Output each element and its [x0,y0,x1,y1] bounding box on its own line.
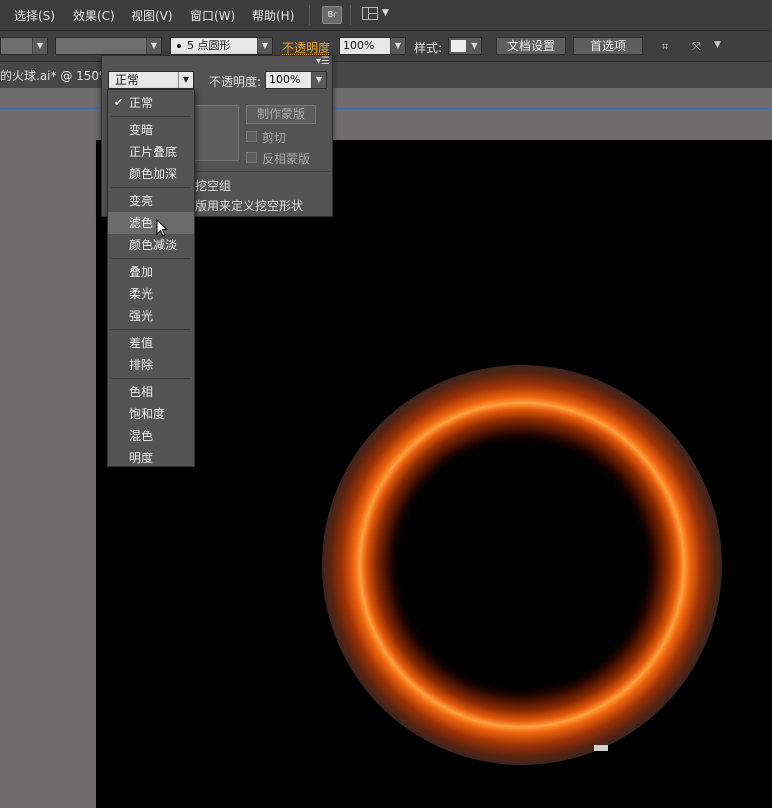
chevron-down-icon[interactable]: ▼ [32,38,47,54]
menu-divider [309,5,310,25]
dropdown-divider [111,116,191,117]
blend-mode-option-hard-light[interactable]: 强光 [108,305,194,327]
blend-mode-option-soft-light[interactable]: 柔光 [108,283,194,305]
menu-select[interactable]: 选择(S) [14,7,55,24]
invert-mask-checkbox[interactable] [246,152,257,163]
fill-select[interactable]: ▼ [0,37,48,55]
chevron-down-icon[interactable]: ▼ [178,72,193,88]
preferences-button[interactable]: 首选项 [573,37,643,55]
stroke-weight-select[interactable]: ▼ [55,37,162,55]
artboard[interactable] [96,140,772,808]
panel-opacity-value: 100% [269,73,301,86]
blend-mode-option-difference[interactable]: 差值 [108,332,194,354]
menu-view[interactable]: 视图(V) [131,7,173,24]
transform-icon[interactable]: ⤧ [692,40,701,54]
blend-mode-option-luminosity[interactable]: 明度 [108,447,194,469]
document-tab[interactable]: 的火球.ai* @ 150% [0,67,110,84]
arrange-documents-icon[interactable] [362,7,378,20]
chevron-down-icon[interactable]: ▼ [146,38,161,54]
glow-ring[interactable] [322,365,722,765]
blend-mode-option-color[interactable]: 混色 [108,425,194,447]
blend-mode-option-multiply[interactable]: 正片叠底 [108,141,194,163]
selection-handle[interactable] [594,745,608,751]
chevron-down-icon[interactable]: ▼ [311,72,326,88]
make-mask-button[interactable]: 制作蒙版 [246,105,316,124]
chevron-down-icon[interactable]: ▼ [714,40,721,50]
document-setup-button[interactable]: 文档设置 [496,37,566,55]
bridge-button[interactable]: Br [322,6,342,24]
chevron-down-icon[interactable]: ▼ [257,38,272,54]
blend-mode-option-color-burn[interactable]: 颜色加深 [108,163,194,185]
brush-definition-value: 5 点圆形 [187,39,231,52]
dropdown-divider [111,378,191,379]
dropdown-divider [111,329,191,330]
menu-window[interactable]: 窗口(W) [190,7,235,24]
mouse-cursor-icon [156,219,169,237]
dropdown-divider [111,187,191,188]
blend-mode-dropdown: ✔ 正常 变暗 正片叠底 颜色加深 变亮 滤色 颜色减淡 叠加 柔光 强光 差值… [107,89,195,467]
chevron-down-icon[interactable]: ▼ [382,8,389,18]
option-label: 正常 [129,96,154,110]
brush-dot-icon [177,44,181,48]
panel-opacity-label: 不透明度: [209,75,262,89]
menu-effect[interactable]: 效果(C) [73,7,115,24]
style-label: 样式: [414,41,443,55]
opacity-mask-knockout-label[interactable]: 版用来定义挖空形状 [195,197,303,214]
blend-mode-option-normal[interactable]: ✔ 正常 [108,92,194,114]
menu-divider [350,5,351,25]
blend-mode-option-lighten[interactable]: 变亮 [108,190,194,212]
blend-mode-option-color-dodge[interactable]: 颜色减淡 [108,234,194,256]
dropdown-divider [111,258,191,259]
style-swatch [451,40,466,52]
blend-mode-option-hue[interactable]: 色相 [108,381,194,403]
object-thumbnail [192,105,239,161]
blend-mode-option-saturation[interactable]: 饱和度 [108,403,194,425]
blend-mode-select[interactable]: 正常 ▼ [108,71,194,89]
opacity-input[interactable]: 100% ▼ [339,37,406,55]
blend-mode-option-darken[interactable]: 变暗 [108,119,194,141]
blend-mode-option-screen[interactable]: 滤色 [108,212,194,234]
fire-ring-artwork[interactable] [96,140,772,808]
menu-bar: 选择(S) 效果(C) 视图(V) 窗口(W) 帮助(H) Br ▼ [0,0,772,31]
opacity-label[interactable]: 不透明度 [282,39,330,56]
chevron-down-icon[interactable]: ▼ [390,38,405,54]
invert-mask-label: 反相蒙版 [262,152,311,166]
blend-mode-value: 正常 [115,73,140,87]
isolate-icon[interactable]: ⌗ [662,40,668,54]
panel-opacity-input[interactable]: 100% ▼ [265,71,327,89]
chevron-down-icon[interactable]: ▼ [468,38,481,54]
checkmark-icon: ✔ [114,96,124,109]
blend-mode-option-overlay[interactable]: 叠加 [108,261,194,283]
brush-definition-select[interactable]: 5 点圆形 ▼ [170,37,273,55]
panel-menu-icon[interactable]: ▾☰ [316,56,330,67]
knockout-group-label[interactable]: 挖空组 [195,177,231,194]
menu-help[interactable]: 帮助(H) [252,7,294,24]
clip-label: 剪切 [262,131,287,145]
clip-checkbox[interactable] [246,131,257,142]
graphic-style-select[interactable]: ▼ [448,37,482,55]
opacity-value: 100% [343,39,375,52]
panel-divider [192,171,330,172]
blend-mode-option-exclusion[interactable]: 排除 [108,354,194,376]
